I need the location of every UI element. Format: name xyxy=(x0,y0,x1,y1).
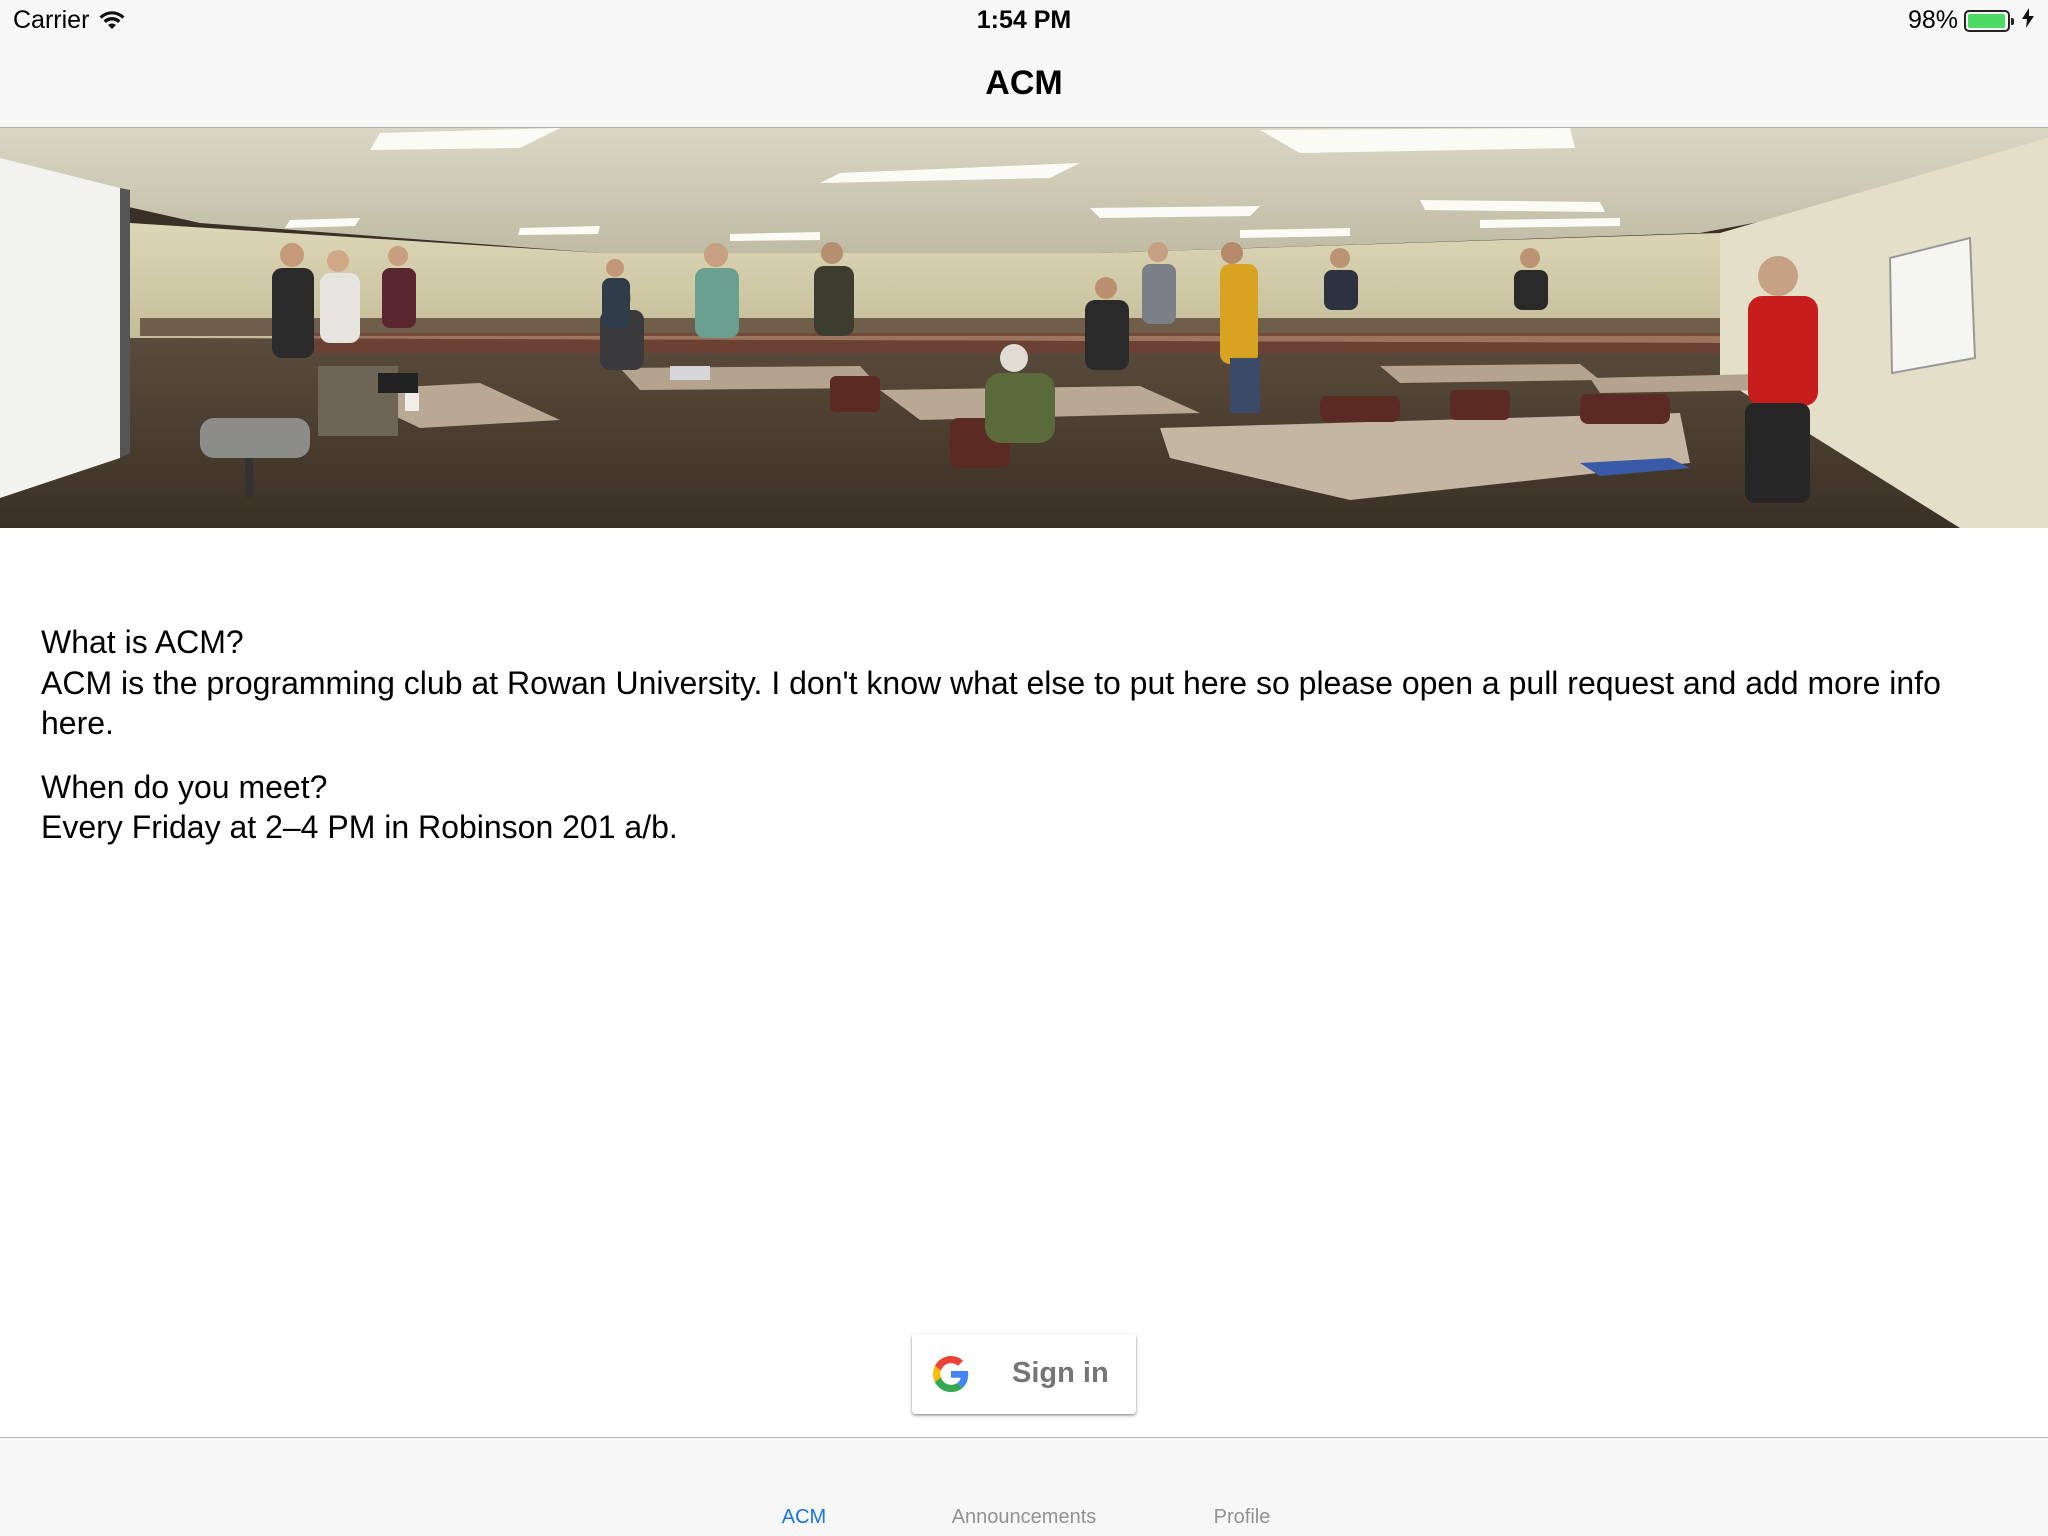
google-sign-in-button[interactable]: Sign in xyxy=(912,1334,1136,1414)
charging-bolt-icon xyxy=(2022,6,2034,35)
about-section: What is ACM? ACM is the programming club… xyxy=(41,622,2007,744)
sign-in-label: Sign in xyxy=(1012,1357,1109,1389)
battery-level-fill xyxy=(1968,13,2006,28)
answer-when-meet: Every Friday at 2–4 PM in Robinson 201 a… xyxy=(41,809,678,845)
nav-title: ACM xyxy=(985,64,1063,102)
clock-label: 1:54 PM xyxy=(976,6,1072,34)
question-what-is-acm: What is ACM? xyxy=(41,624,244,660)
tab-announcements[interactable]: Announcements xyxy=(944,1506,1104,1529)
question-when-meet: When do you meet? xyxy=(41,768,328,805)
tab-profile[interactable]: Profile xyxy=(1202,1506,1282,1529)
app-screen: Carrier 1:54 PM 98% ACM What is ACM? ACM… xyxy=(0,0,2048,1536)
status-right: 98% xyxy=(1908,6,2034,35)
battery-percent-label: 98% xyxy=(1907,6,1958,34)
about-text: What is ACM? ACM is the programming club… xyxy=(41,622,2007,871)
battery-icon xyxy=(1964,9,2014,32)
meeting-section: When do you meet? Every Friday at 2–4 PM… xyxy=(41,767,2007,848)
tab-bar: ACM Announcements Profile xyxy=(0,1437,2048,1536)
navigation-bar: ACM xyxy=(0,42,2048,128)
answer-what-is-acm: ACM is the programming club at Rowan Uni… xyxy=(41,664,1941,742)
status-bar: Carrier 1:54 PM 98% xyxy=(0,0,2048,42)
google-g-icon xyxy=(933,1356,969,1397)
tab-acm[interactable]: ACM xyxy=(760,1506,848,1529)
classroom-photo xyxy=(0,128,2048,528)
